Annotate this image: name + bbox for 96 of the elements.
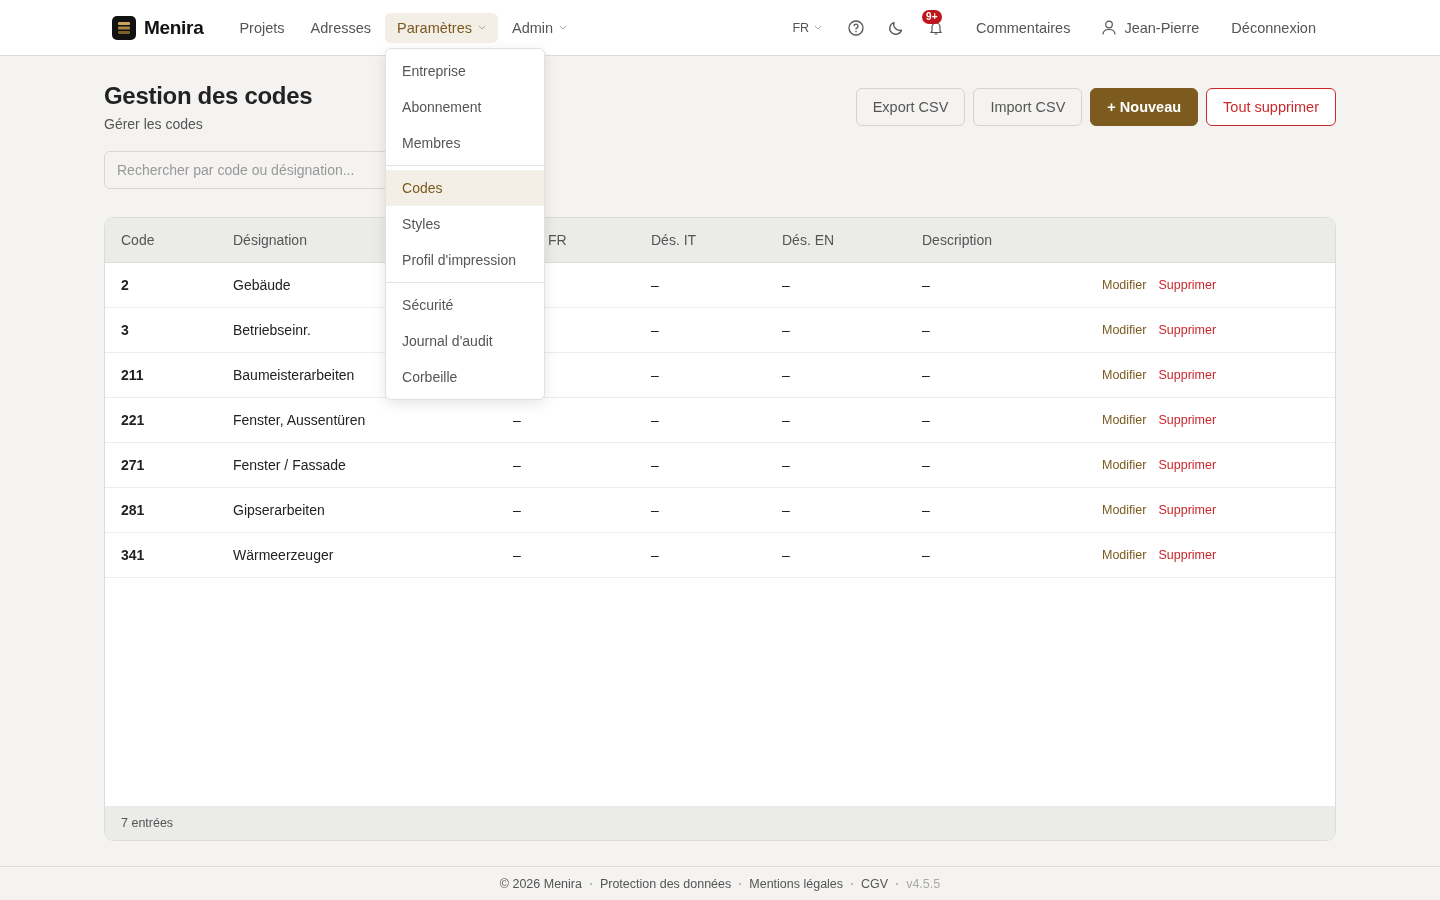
column-header: FR: [547, 232, 568, 248]
chevron-icon: [478, 25, 486, 30]
table-cell: Fenster / Fassade: [233, 457, 346, 473]
chevron-icon: [559, 25, 568, 30]
menu-item[interactable]: Corbeille: [386, 358, 545, 395]
row-action-link[interactable]: Modifier: [1102, 368, 1147, 382]
row-action-link[interactable]: Supprimer: [1158, 503, 1217, 517]
table-cell: –: [651, 277, 659, 293]
table-cell: 281: [121, 502, 145, 518]
menu-item[interactable]: Abonnement: [386, 88, 545, 125]
row-action-link[interactable]: Modifier: [1102, 413, 1147, 427]
user-icon: [1102, 20, 1117, 35]
row-action-link[interactable]: Modifier: [1102, 548, 1147, 562]
row-action-link[interactable]: Modifier: [1102, 458, 1147, 472]
language-selector[interactable]: FR: [792, 20, 823, 35]
table-cell: –: [782, 457, 790, 473]
nav-link[interactable]: Admin: [500, 12, 580, 43]
action-button[interactable]: Tout supprimer: [1206, 88, 1336, 126]
table-cell: –: [651, 412, 659, 428]
table-cell: –: [922, 277, 930, 293]
moon-icon[interactable]: [888, 19, 905, 36]
column-header: Description: [922, 232, 994, 248]
table-cell: –: [922, 367, 930, 383]
row-action-link[interactable]: Supprimer: [1158, 278, 1217, 292]
row-action-link[interactable]: Supprimer: [1158, 323, 1217, 337]
column-header: Dés. EN: [782, 232, 836, 248]
table-cell: –: [651, 547, 659, 563]
row-action-link[interactable]: Modifier: [1102, 503, 1147, 517]
row-action-link[interactable]: Supprimer: [1158, 458, 1217, 472]
copyright-text: © 2026 Menira: [499, 876, 582, 891]
table-cell: 221: [121, 412, 145, 428]
footer-link[interactable]: CGV: [861, 876, 889, 891]
table-cell: –: [782, 547, 790, 563]
page-subtitle: Gérer les codes: [104, 116, 204, 132]
table-cell: Gipserarbeiten: [233, 502, 325, 518]
action-button[interactable]: Import CSV: [973, 88, 1083, 126]
table-cell: –: [782, 322, 790, 338]
menu-item[interactable]: Codes: [386, 169, 545, 206]
table-cell: 271: [121, 457, 145, 473]
column-header: Dés. IT: [651, 232, 698, 248]
table-cell: –: [922, 412, 930, 428]
table-cell: –: [922, 502, 930, 518]
menu-item[interactable]: Entreprise: [386, 52, 545, 89]
table-cell: Betriebseinr.: [233, 322, 311, 338]
logout-link[interactable]: Déconnexion: [1231, 19, 1316, 36]
row-action-link[interactable]: Supprimer: [1158, 413, 1217, 427]
table-cell: 211: [121, 367, 144, 383]
table-cell: 2: [121, 277, 129, 293]
table-cell: –: [651, 502, 659, 518]
logo-icon: [112, 15, 136, 40]
footer-link[interactable]: Mentions légales: [749, 876, 844, 891]
table-cell: –: [782, 277, 790, 293]
column-header: Désignation: [233, 232, 308, 248]
table-cell: Wärmeerzeuger: [233, 547, 334, 563]
table-cell: –: [513, 412, 521, 428]
table-cell: –: [922, 322, 930, 338]
nav-link[interactable]: Paramètres: [385, 12, 498, 43]
action-button[interactable]: + Nouveau: [1090, 88, 1199, 126]
page-title: Gestion des codes: [104, 82, 313, 110]
row-action-link[interactable]: Modifier: [1102, 323, 1147, 337]
help-icon[interactable]: [848, 19, 865, 36]
footer-link[interactable]: Protection des données: [599, 876, 732, 891]
row-action-link[interactable]: Supprimer: [1158, 368, 1217, 382]
table-cell: –: [651, 367, 659, 383]
row-action-link[interactable]: Modifier: [1102, 278, 1147, 292]
table-cell: –: [922, 457, 930, 473]
table-cell: 341: [121, 547, 145, 563]
table-cell: –: [651, 457, 659, 473]
action-button[interactable]: Export CSV: [855, 88, 966, 126]
row-action-link[interactable]: Supprimer: [1158, 548, 1217, 562]
table-cell: –: [513, 502, 521, 518]
table-cell: –: [513, 457, 521, 473]
table-cell: –: [782, 412, 790, 428]
table-cell: Fenster, Aussentüren: [233, 412, 366, 428]
menu-item[interactable]: Styles: [386, 205, 545, 242]
menu-item[interactable]: Sécurité: [386, 286, 545, 323]
table-cell: 3: [121, 322, 129, 338]
table-cell: Baumeisterarbeiten: [233, 367, 355, 383]
column-header: Code: [121, 232, 156, 248]
comments-link[interactable]: Commentaires: [976, 19, 1071, 36]
chevron-icon: [814, 25, 823, 30]
menu-item[interactable]: Journal d'audit: [386, 322, 545, 359]
nav-link[interactable]: Adresses: [298, 12, 384, 43]
version-text: v4.5.5: [906, 876, 941, 891]
table-cell: –: [782, 502, 790, 518]
brand-name[interactable]: Menira: [144, 16, 204, 39]
table-cell: –: [513, 547, 521, 563]
user-menu[interactable]: Jean-Pierre: [1102, 19, 1200, 36]
table-cell: Gebäude: [233, 277, 291, 293]
table-cell: –: [782, 367, 790, 383]
table-cell: –: [651, 322, 659, 338]
notification-badge: 9+: [922, 9, 942, 24]
menu-item[interactable]: Profil d'impression: [386, 241, 545, 278]
nav-link[interactable]: Projets: [227, 12, 297, 43]
entry-count: 7 entrées: [121, 816, 174, 830]
table-cell: –: [922, 547, 930, 563]
